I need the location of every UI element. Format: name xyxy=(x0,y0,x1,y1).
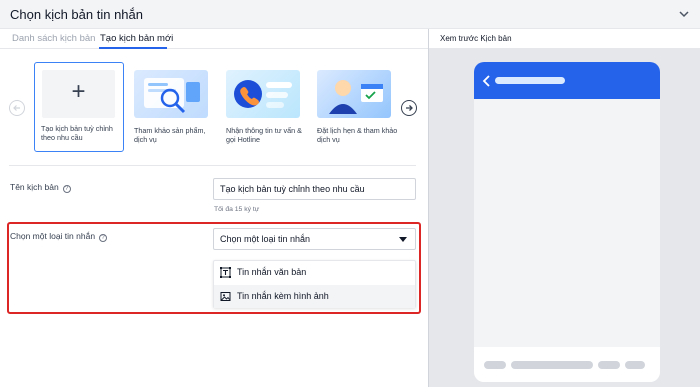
tab-script-list[interactable]: Danh sách kịch bản xyxy=(12,33,95,44)
appointment-illustration[interactable] xyxy=(317,70,391,118)
option-text-message[interactable]: Tin nhắn văn bản xyxy=(214,261,415,284)
footer-pill xyxy=(484,361,506,369)
caret-down-icon xyxy=(399,237,407,242)
option-text-message-label: Tin nhắn văn bản xyxy=(237,267,307,277)
phone-footer xyxy=(474,347,660,382)
preview-panel: Xem trước Kịch bản xyxy=(428,29,700,387)
help-icon[interactable]: ? xyxy=(99,234,108,242)
help-icon[interactable]: ? xyxy=(62,185,71,193)
preview-title: Xem trước Kịch bản xyxy=(440,34,512,43)
panel-header: Chọn kịch bản tin nhắn xyxy=(0,0,700,29)
script-name-hint: Tối đa 15 ký tự xyxy=(214,206,260,213)
template-label-hotline: Nhận thông tin tư vấn & gọi Hotline xyxy=(226,126,302,144)
tab-bar: Danh sách kịch bản Tạo kịch bản mới xyxy=(0,29,428,49)
arrow-right-icon xyxy=(406,105,413,111)
image-message-icon xyxy=(220,292,231,301)
phone-mockup xyxy=(474,62,660,382)
phone-call-illustration[interactable] xyxy=(226,70,300,118)
template-card-custom[interactable]: + Tạo kịch bản tuỳ chỉnh theo nhu cầu xyxy=(34,62,124,152)
message-type-dropdown: Tin nhắn văn bản Tin nhắn kèm hình ảnh xyxy=(213,260,416,308)
footer-pill xyxy=(511,361,593,369)
script-name-label: Tên kịch bản? xyxy=(10,182,71,193)
message-type-placeholder: Chọn một loại tin nhắn xyxy=(220,234,311,244)
option-image-message-label: Tin nhắn kèm hình ảnh xyxy=(237,291,329,301)
preview-header: Xem trước Kịch bản xyxy=(429,29,700,49)
template-thumb-custom: + xyxy=(42,70,115,118)
tab-create-script[interactable]: Tạo kịch bản mới xyxy=(100,33,173,44)
product-browse-illustration[interactable] xyxy=(134,70,208,118)
script-builder-panel: Danh sách kịch bản Tạo kịch bản mới + Tạ… xyxy=(0,29,428,387)
option-image-message[interactable]: Tin nhắn kèm hình ảnh xyxy=(214,285,415,308)
template-label-appointment: Đặt lịch hẹn & tham khảo dịch vụ xyxy=(317,126,398,144)
carousel-prev-button[interactable] xyxy=(9,100,25,116)
template-label-product: Tham khảo sản phẩm, dịch vụ xyxy=(134,126,206,144)
text-message-icon xyxy=(220,267,231,278)
panel-title: Chọn kịch bản tin nhắn xyxy=(10,7,143,22)
script-name-input[interactable]: Tạo kịch bản tuỳ chỉnh theo nhu cầu xyxy=(213,178,416,200)
section-divider xyxy=(9,165,416,166)
message-type-label: Chọn một loại tin nhắn? xyxy=(10,231,108,242)
carousel-next-button[interactable] xyxy=(401,100,417,116)
phone-header-bar xyxy=(474,62,660,99)
active-tab-indicator xyxy=(99,47,167,49)
back-arrow-icon xyxy=(482,75,490,87)
message-type-select[interactable]: Chọn một loại tin nhắn xyxy=(213,228,416,250)
chevron-down-icon[interactable] xyxy=(678,8,690,20)
footer-pill xyxy=(625,361,645,369)
phone-title-placeholder xyxy=(495,77,565,84)
arrow-left-icon xyxy=(13,105,20,111)
plus-icon: + xyxy=(71,78,86,105)
footer-pill xyxy=(598,361,620,369)
template-label-custom: Tạo kịch bản tuỳ chỉnh theo nhu cầu xyxy=(41,124,113,142)
